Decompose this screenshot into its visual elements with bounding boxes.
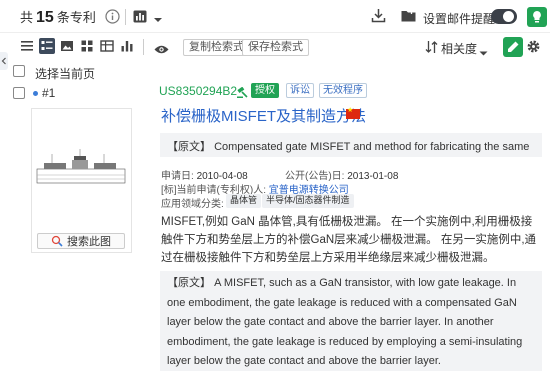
result-count-number: 15: [36, 9, 54, 26]
item-checkbox[interactable]: [13, 87, 25, 99]
chart-icon[interactable]: [133, 10, 147, 28]
detail-list-icon: [41, 41, 53, 50]
patent-drawing-thumbnail[interactable]: [31, 108, 132, 253]
view-list-detail-button[interactable]: [39, 38, 55, 54]
chevron-left-icon: [0, 52, 8, 70]
chevron-down-icon[interactable]: [153, 11, 163, 29]
view-chart-button[interactable]: [119, 38, 135, 54]
bulb-icon: [533, 11, 541, 23]
bar-chart-icon: [121, 41, 133, 52]
abstract-original: 【原文】 A MISFET, such as a GaN transistor,…: [160, 271, 542, 371]
copy-query-button[interactable]: 复制检索式: [183, 39, 250, 56]
domain-tag[interactable]: 半导体/固态器件制造: [262, 194, 354, 208]
china-flag-icon: [346, 106, 360, 119]
results-toolbar: 复制检索式 保存检索式 相关度: [0, 34, 550, 60]
view-list-compact-button[interactable]: [19, 38, 35, 54]
eye-icon[interactable]: [154, 42, 169, 60]
domain-label: 应用领域分类:: [161, 199, 224, 210]
filing-date: 申请日: 2010-04-08: [161, 171, 248, 182]
divider: [143, 39, 144, 55]
view-grid-button[interactable]: [79, 38, 95, 54]
sidebar-collapse-handle[interactable]: [0, 52, 8, 70]
chevron-down-icon[interactable]: [479, 44, 488, 62]
status-badge-litigation[interactable]: 诉讼: [286, 83, 314, 98]
view-image-button[interactable]: [59, 38, 75, 54]
domain-tag[interactable]: 晶体管: [226, 194, 262, 208]
status-badge-invalidation[interactable]: 无效程序: [319, 83, 367, 98]
image-search-icon: [51, 235, 63, 247]
grid-icon: [81, 40, 93, 52]
list-icon: [21, 41, 33, 51]
select-all-checkbox[interactable]: [13, 65, 25, 77]
patent-drawing-image: [36, 149, 126, 184]
edit-button[interactable]: [503, 37, 523, 57]
download-icon[interactable]: [371, 8, 386, 28]
sort-icon[interactable]: [425, 40, 438, 59]
mail-alert-label: 设置邮件提醒: [423, 12, 496, 26]
pencil-icon: [508, 41, 519, 52]
results-header: 共 15 条专利 设置邮件提醒: [0, 0, 550, 33]
item-rank: #1: [42, 86, 56, 100]
bulb-button[interactable]: [527, 7, 547, 27]
table-icon: [100, 40, 114, 52]
folder-add-icon[interactable]: [401, 9, 416, 27]
search-by-image-button[interactable]: 搜索此图: [37, 233, 125, 249]
result-count: 共 15 条专利: [20, 9, 96, 26]
mail-alert-toggle[interactable]: [491, 9, 517, 24]
select-all-label: 选择当前页: [35, 67, 96, 81]
view-table-button[interactable]: [99, 38, 115, 54]
abstract-translated: MISFET,例如 GaN 晶体管,具有低栅极泄漏。 在一个实施例中,利用栅极接…: [161, 216, 537, 264]
gear-icon[interactable]: [526, 39, 541, 59]
patent-title[interactable]: 补偿栅极MISFET及其制造方法: [161, 105, 366, 126]
gavel-icon: [237, 85, 248, 98]
divider: [125, 9, 126, 25]
publication-date: 公开(公告)日: 2013-01-08: [285, 171, 399, 182]
info-icon[interactable]: [105, 9, 120, 29]
image-icon: [61, 41, 73, 51]
sort-select[interactable]: 相关度: [441, 40, 477, 57]
status-badge-granted[interactable]: 授权: [251, 83, 279, 98]
publication-number[interactable]: US8350294B2: [159, 84, 237, 98]
original-title: 【原文】 Compensated gate MISFET and method …: [160, 133, 542, 157]
unread-dot: [33, 91, 38, 96]
save-query-button[interactable]: 保存检索式: [242, 39, 309, 56]
